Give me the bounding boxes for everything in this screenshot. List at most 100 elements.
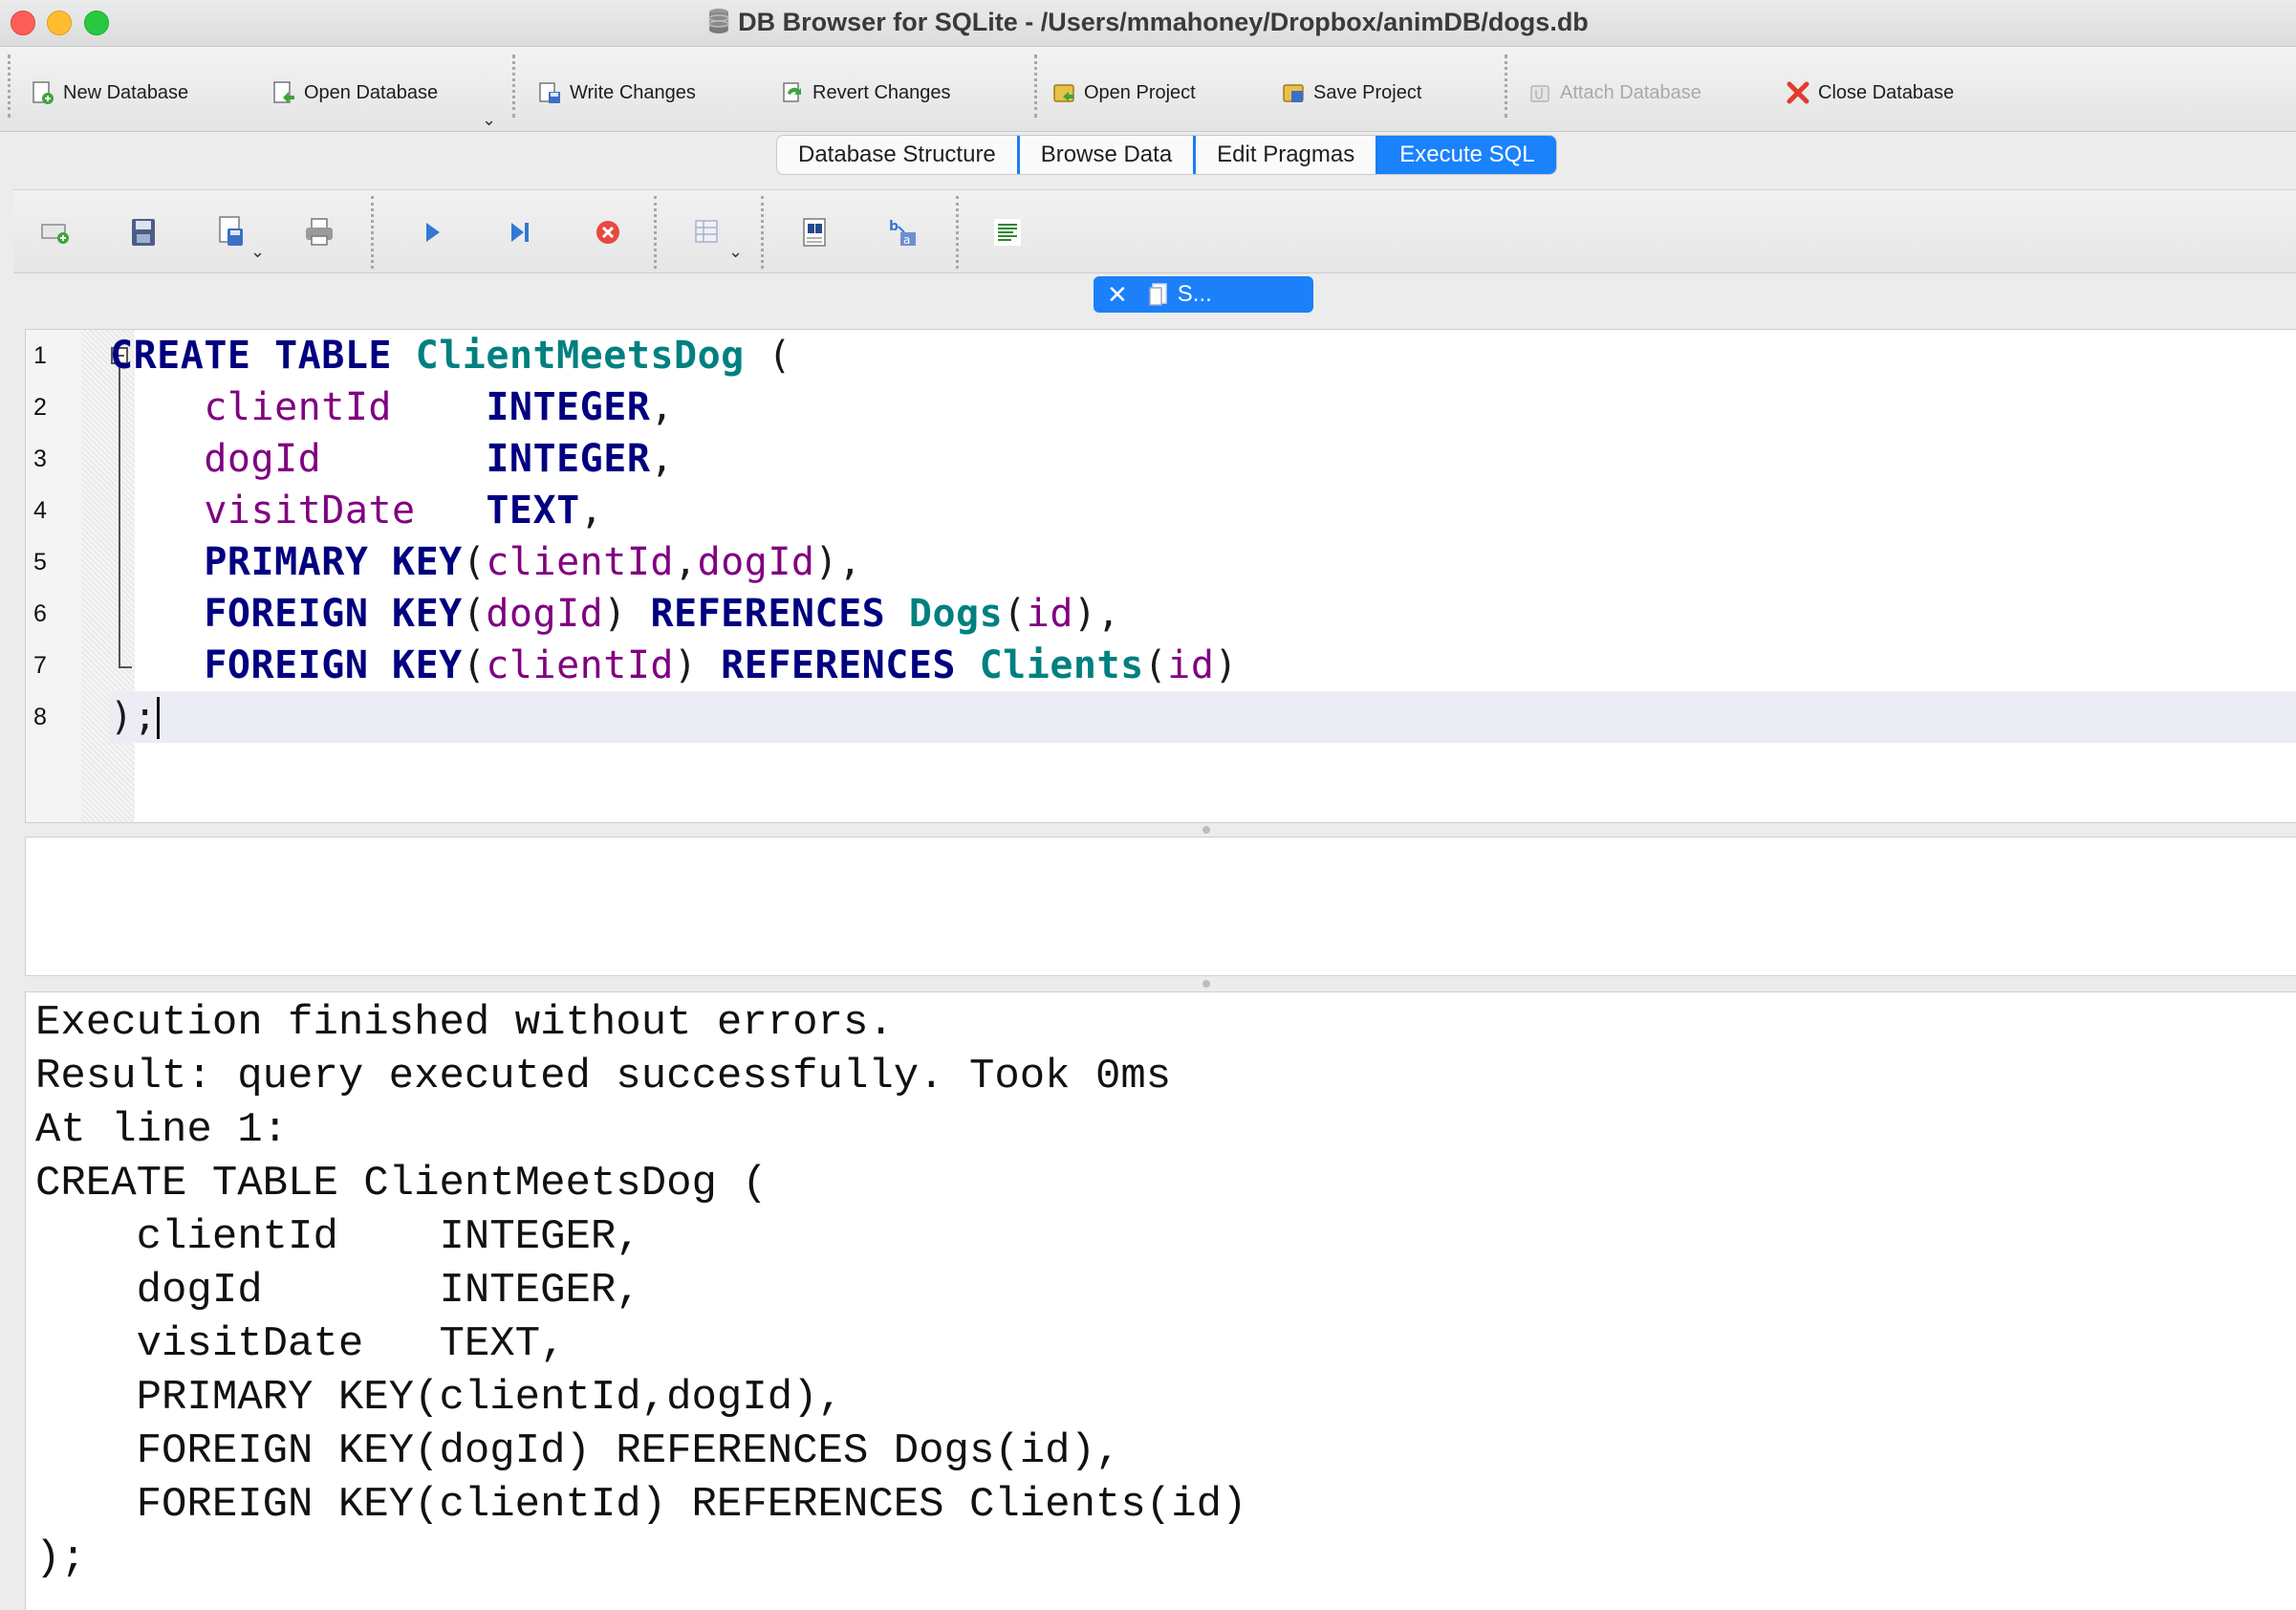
chevron-down-icon[interactable]: ⌄	[250, 242, 265, 262]
revert-changes-button[interactable]: Revert Changes	[780, 76, 951, 110]
attach-database-icon	[1527, 80, 1552, 105]
close-database-label: Close Database	[1818, 81, 1955, 103]
message-line: FOREIGN KEY(dogId) REFERENCES Dogs(id),	[35, 1427, 1121, 1475]
line-number: 6	[33, 600, 47, 627]
code-token: (	[744, 334, 791, 378]
line-number: 7	[33, 652, 47, 679]
code-token: REFERENCES	[650, 592, 886, 636]
toolbar-separator	[1034, 54, 1037, 118]
save-project-button[interactable]: Save Project	[1281, 76, 1421, 110]
toolbar-separator	[761, 196, 764, 269]
close-tab-icon[interactable]: ✕	[1107, 280, 1128, 310]
code-token: ),	[814, 540, 862, 584]
write-changes-icon	[537, 80, 562, 105]
write-changes-button[interactable]: Write Changes	[537, 76, 696, 110]
attach-database-label: Attach Database	[1560, 81, 1701, 103]
message-line: PRIMARY KEY(clientId,dogId),	[35, 1374, 843, 1422]
code-token: (	[1003, 592, 1027, 636]
save-results-icon[interactable]	[690, 215, 725, 250]
execute-all-icon[interactable]	[415, 215, 449, 250]
code-token: clientId	[486, 540, 674, 584]
execution-message-pane[interactable]: Execution finished without errors. Result…	[25, 992, 2296, 1610]
attach-database-button[interactable]: Attach Database	[1527, 76, 1701, 110]
svg-text:a: a	[903, 233, 910, 247]
code-token: dogId	[486, 592, 604, 636]
toolbar-separator	[1505, 54, 1507, 118]
chevron-down-icon[interactable]: ⌄	[728, 242, 743, 262]
toolbar-separator	[512, 54, 515, 118]
comment-block-icon[interactable]	[990, 215, 1025, 250]
sql-toolbar: ⌄ ⌄ ba	[13, 189, 2296, 273]
close-database-button[interactable]: Close Database	[1786, 76, 1954, 110]
new-database-label: New Database	[63, 81, 189, 103]
sql-editor[interactable]: CREATE TABLE ClientMeetsDog ( clientId I…	[25, 329, 2296, 823]
code-token: TABLE	[274, 334, 393, 378]
code-token: INTEGER	[486, 437, 651, 481]
tab-database-structure[interactable]: Database Structure	[777, 136, 1020, 174]
line-number: 3	[33, 446, 47, 472]
stop-execution-icon[interactable]	[591, 215, 625, 250]
new-database-button[interactable]: New Database	[31, 76, 188, 110]
code-token: KEY	[392, 540, 463, 584]
window-title: DB Browser for SQLite - /Users/mmahoney/…	[0, 8, 2296, 41]
code-line: dogId INTEGER,	[110, 433, 674, 485]
main-toolbar: New Database Open Database ⌄ Write Chang…	[0, 47, 2296, 132]
write-changes-label: Write Changes	[570, 81, 696, 103]
toolbar-separator	[654, 196, 657, 269]
toolbar-separator	[371, 196, 374, 269]
save-sql-file-icon[interactable]	[214, 215, 249, 250]
open-sql-file-icon[interactable]	[126, 215, 161, 250]
code-token: INTEGER	[486, 385, 651, 429]
code-line: FOREIGN KEY(dogId) REFERENCES Dogs(id),	[110, 588, 1120, 640]
code-token: id	[1167, 643, 1215, 687]
print-icon[interactable]	[302, 215, 336, 250]
line-number: 5	[33, 549, 47, 576]
open-project-icon	[1051, 80, 1076, 105]
open-database-button[interactable]: Open Database	[271, 76, 438, 110]
splitter-handle-icon	[1202, 826, 1210, 834]
editor-results-splitter[interactable]	[25, 822, 2296, 838]
database-icon	[707, 8, 730, 41]
message-line: CREATE TABLE ClientMeetsDog (	[35, 1160, 768, 1208]
message-line: At line 1:	[35, 1106, 289, 1154]
open-tab-icon[interactable]	[38, 215, 73, 250]
code-token: (	[462, 643, 487, 687]
open-project-button[interactable]: Open Project	[1051, 76, 1196, 110]
results-output-splitter[interactable]	[25, 975, 2296, 992]
line-number: 1	[33, 342, 47, 369]
message-line: visitDate TEXT,	[35, 1320, 566, 1368]
new-database-icon	[31, 80, 55, 105]
code-token: id	[1026, 592, 1073, 636]
code-token: FOREIGN	[204, 592, 369, 636]
window-title-text: DB Browser for SQLite - /Users/mmahoney/…	[738, 8, 1589, 36]
code-token: TEXT	[486, 489, 580, 533]
code-token: visitDate	[204, 489, 416, 533]
svg-text:b: b	[889, 219, 899, 234]
sql-editor-tab[interactable]: ✕ S...	[1094, 276, 1313, 313]
find-text-icon[interactable]	[797, 215, 832, 250]
code-token: REFERENCES	[721, 643, 956, 687]
message-line: clientId INTEGER,	[35, 1213, 641, 1261]
line-number: 2	[33, 394, 47, 421]
tab-edit-pragmas[interactable]: Edit Pragmas	[1196, 136, 1379, 174]
results-grid[interactable]	[25, 838, 2296, 975]
code-token: ,	[579, 489, 604, 533]
message-line: FOREIGN KEY(clientId) REFERENCES Clients…	[35, 1481, 1247, 1529]
find-replace-icon[interactable]: ba	[885, 215, 920, 250]
document-icon	[1149, 282, 1168, 307]
execute-line-icon[interactable]	[503, 215, 537, 250]
tab-browse-data[interactable]: Browse Data	[1020, 136, 1197, 174]
code-token: PRIMARY	[204, 540, 369, 584]
code-token: ,	[650, 385, 674, 429]
code-token: ,	[674, 540, 698, 584]
chevron-down-icon[interactable]: ⌄	[482, 110, 496, 130]
tab-execute-sql[interactable]: Execute SQL	[1378, 136, 1556, 174]
